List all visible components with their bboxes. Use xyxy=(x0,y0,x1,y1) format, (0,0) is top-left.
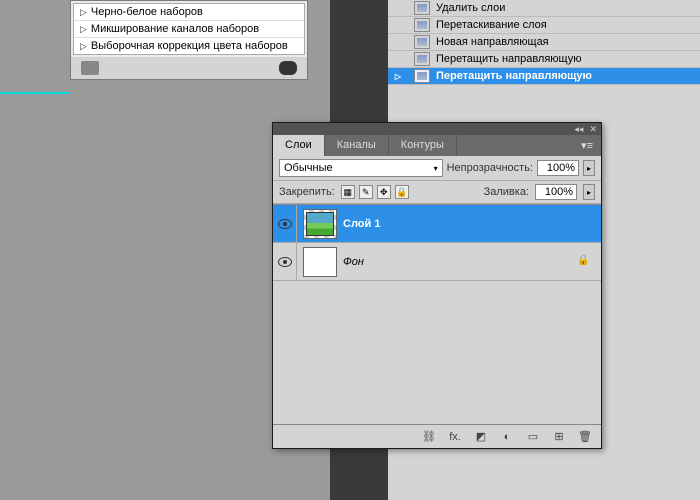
history-item[interactable]: Перетаскивание слоя xyxy=(388,17,700,34)
current-step-arrow-icon: ▷ xyxy=(395,72,401,81)
expand-arrow-icon: ▷ xyxy=(80,41,87,52)
panel-titlebar[interactable]: ◂◂ ✕ xyxy=(273,123,601,135)
adjustment-item[interactable]: ▷ Выборочная коррекция цвета наборов xyxy=(74,38,304,54)
layer-thumbnail[interactable] xyxy=(303,247,337,277)
collapse-icon[interactable]: ◂◂ xyxy=(574,124,583,135)
layer-fx-icon[interactable]: fx. xyxy=(447,430,463,444)
lock-position-icon[interactable]: ✥ xyxy=(377,185,391,199)
visibility-eye-icon[interactable] xyxy=(278,257,292,267)
new-group-icon[interactable]: ▭ xyxy=(525,430,541,444)
opacity-label: Непрозрачность: xyxy=(447,162,533,174)
history-panel: Удалить слои Перетаскивание слоя Новая н… xyxy=(388,0,700,85)
panel-menu-icon[interactable]: ▾≡ xyxy=(573,135,601,156)
tab-channels[interactable]: Каналы xyxy=(325,135,389,156)
blend-mode-select[interactable]: Обычные xyxy=(279,159,443,177)
lock-indicator-icon: 🔒 xyxy=(577,255,591,269)
history-step-icon xyxy=(414,35,430,49)
lock-all-icon[interactable]: 🔒 xyxy=(395,185,409,199)
blend-mode-value: Обычные xyxy=(284,162,333,174)
adjustment-new-icon[interactable] xyxy=(279,61,297,75)
adjustments-panel: ▷ Черно-белое наборов ▷ Микширование канал… xyxy=(70,0,308,80)
panel-tabs: Слои Каналы Контуры ▾≡ xyxy=(273,135,601,156)
layer-list: Слой 1 Фон 🔒 xyxy=(273,204,601,424)
link-layers-icon[interactable]: ⛓ xyxy=(421,430,437,444)
layers-footer: ⛓ fx. ◩ ◐ ▭ ⊞ 🗑 xyxy=(273,424,601,448)
history-label: Перетащить направляющую xyxy=(436,53,581,65)
expand-arrow-icon: ▷ xyxy=(80,24,87,35)
history-item-selected[interactable]: ▷ Перетащить направляющую xyxy=(388,68,700,85)
adjustment-preset-icon[interactable] xyxy=(81,61,99,75)
adjustment-label: Микширование каналов наборов xyxy=(91,23,259,35)
layers-panel: ◂◂ ✕ Слои Каналы Контуры ▾≡ Обычные Непр… xyxy=(272,122,602,449)
history-label: Перетащить направляющую xyxy=(436,70,592,82)
adjustment-label: Выборочная коррекция цвета наборов xyxy=(91,40,288,52)
expand-arrow-icon: ▷ xyxy=(80,7,87,18)
lock-label: Закрепить: xyxy=(279,186,335,198)
close-icon[interactable]: ✕ xyxy=(589,124,597,135)
opacity-flyout-icon[interactable]: ▸ xyxy=(583,160,595,176)
history-label: Новая направляющая xyxy=(436,36,549,48)
delete-layer-icon[interactable]: 🗑 xyxy=(577,430,593,444)
history-step-icon xyxy=(414,69,430,83)
lock-transparency-icon[interactable]: ▦ xyxy=(341,185,355,199)
history-label: Перетаскивание слоя xyxy=(436,19,547,31)
opacity-input[interactable]: 100% xyxy=(537,160,579,176)
layer-row-selected[interactable]: Слой 1 xyxy=(273,205,601,243)
history-step-icon xyxy=(414,52,430,66)
new-adjustment-icon[interactable]: ◐ xyxy=(499,430,515,444)
new-layer-icon[interactable]: ⊞ xyxy=(551,430,567,444)
adjustment-label: Черно-белое наборов xyxy=(91,6,203,18)
history-step-icon xyxy=(414,18,430,32)
fill-input[interactable]: 100% xyxy=(535,184,577,200)
fill-label: Заливка: xyxy=(484,186,529,198)
layer-row[interactable]: Фон 🔒 xyxy=(273,243,601,281)
history-label: Удалить слои xyxy=(436,2,505,14)
visibility-eye-icon[interactable] xyxy=(278,219,292,229)
history-item[interactable]: Новая направляющая xyxy=(388,34,700,51)
fill-flyout-icon[interactable]: ▸ xyxy=(583,184,595,200)
history-step-icon xyxy=(414,1,430,15)
lock-pixels-icon[interactable]: ✎ xyxy=(359,185,373,199)
tab-layers[interactable]: Слои xyxy=(273,135,325,156)
add-mask-icon[interactable]: ◩ xyxy=(473,430,489,444)
layer-name[interactable]: Слой 1 xyxy=(343,218,601,230)
history-item[interactable]: Перетащить направляющую xyxy=(388,51,700,68)
layer-thumbnail[interactable] xyxy=(303,209,337,239)
tab-paths[interactable]: Контуры xyxy=(389,135,457,156)
adjustment-item[interactable]: ▷ Черно-белое наборов xyxy=(74,4,304,21)
adjustment-item[interactable]: ▷ Микширование каналов наборов xyxy=(74,21,304,38)
layer-name[interactable]: Фон xyxy=(343,256,577,268)
history-item[interactable]: Удалить слои xyxy=(388,0,700,17)
